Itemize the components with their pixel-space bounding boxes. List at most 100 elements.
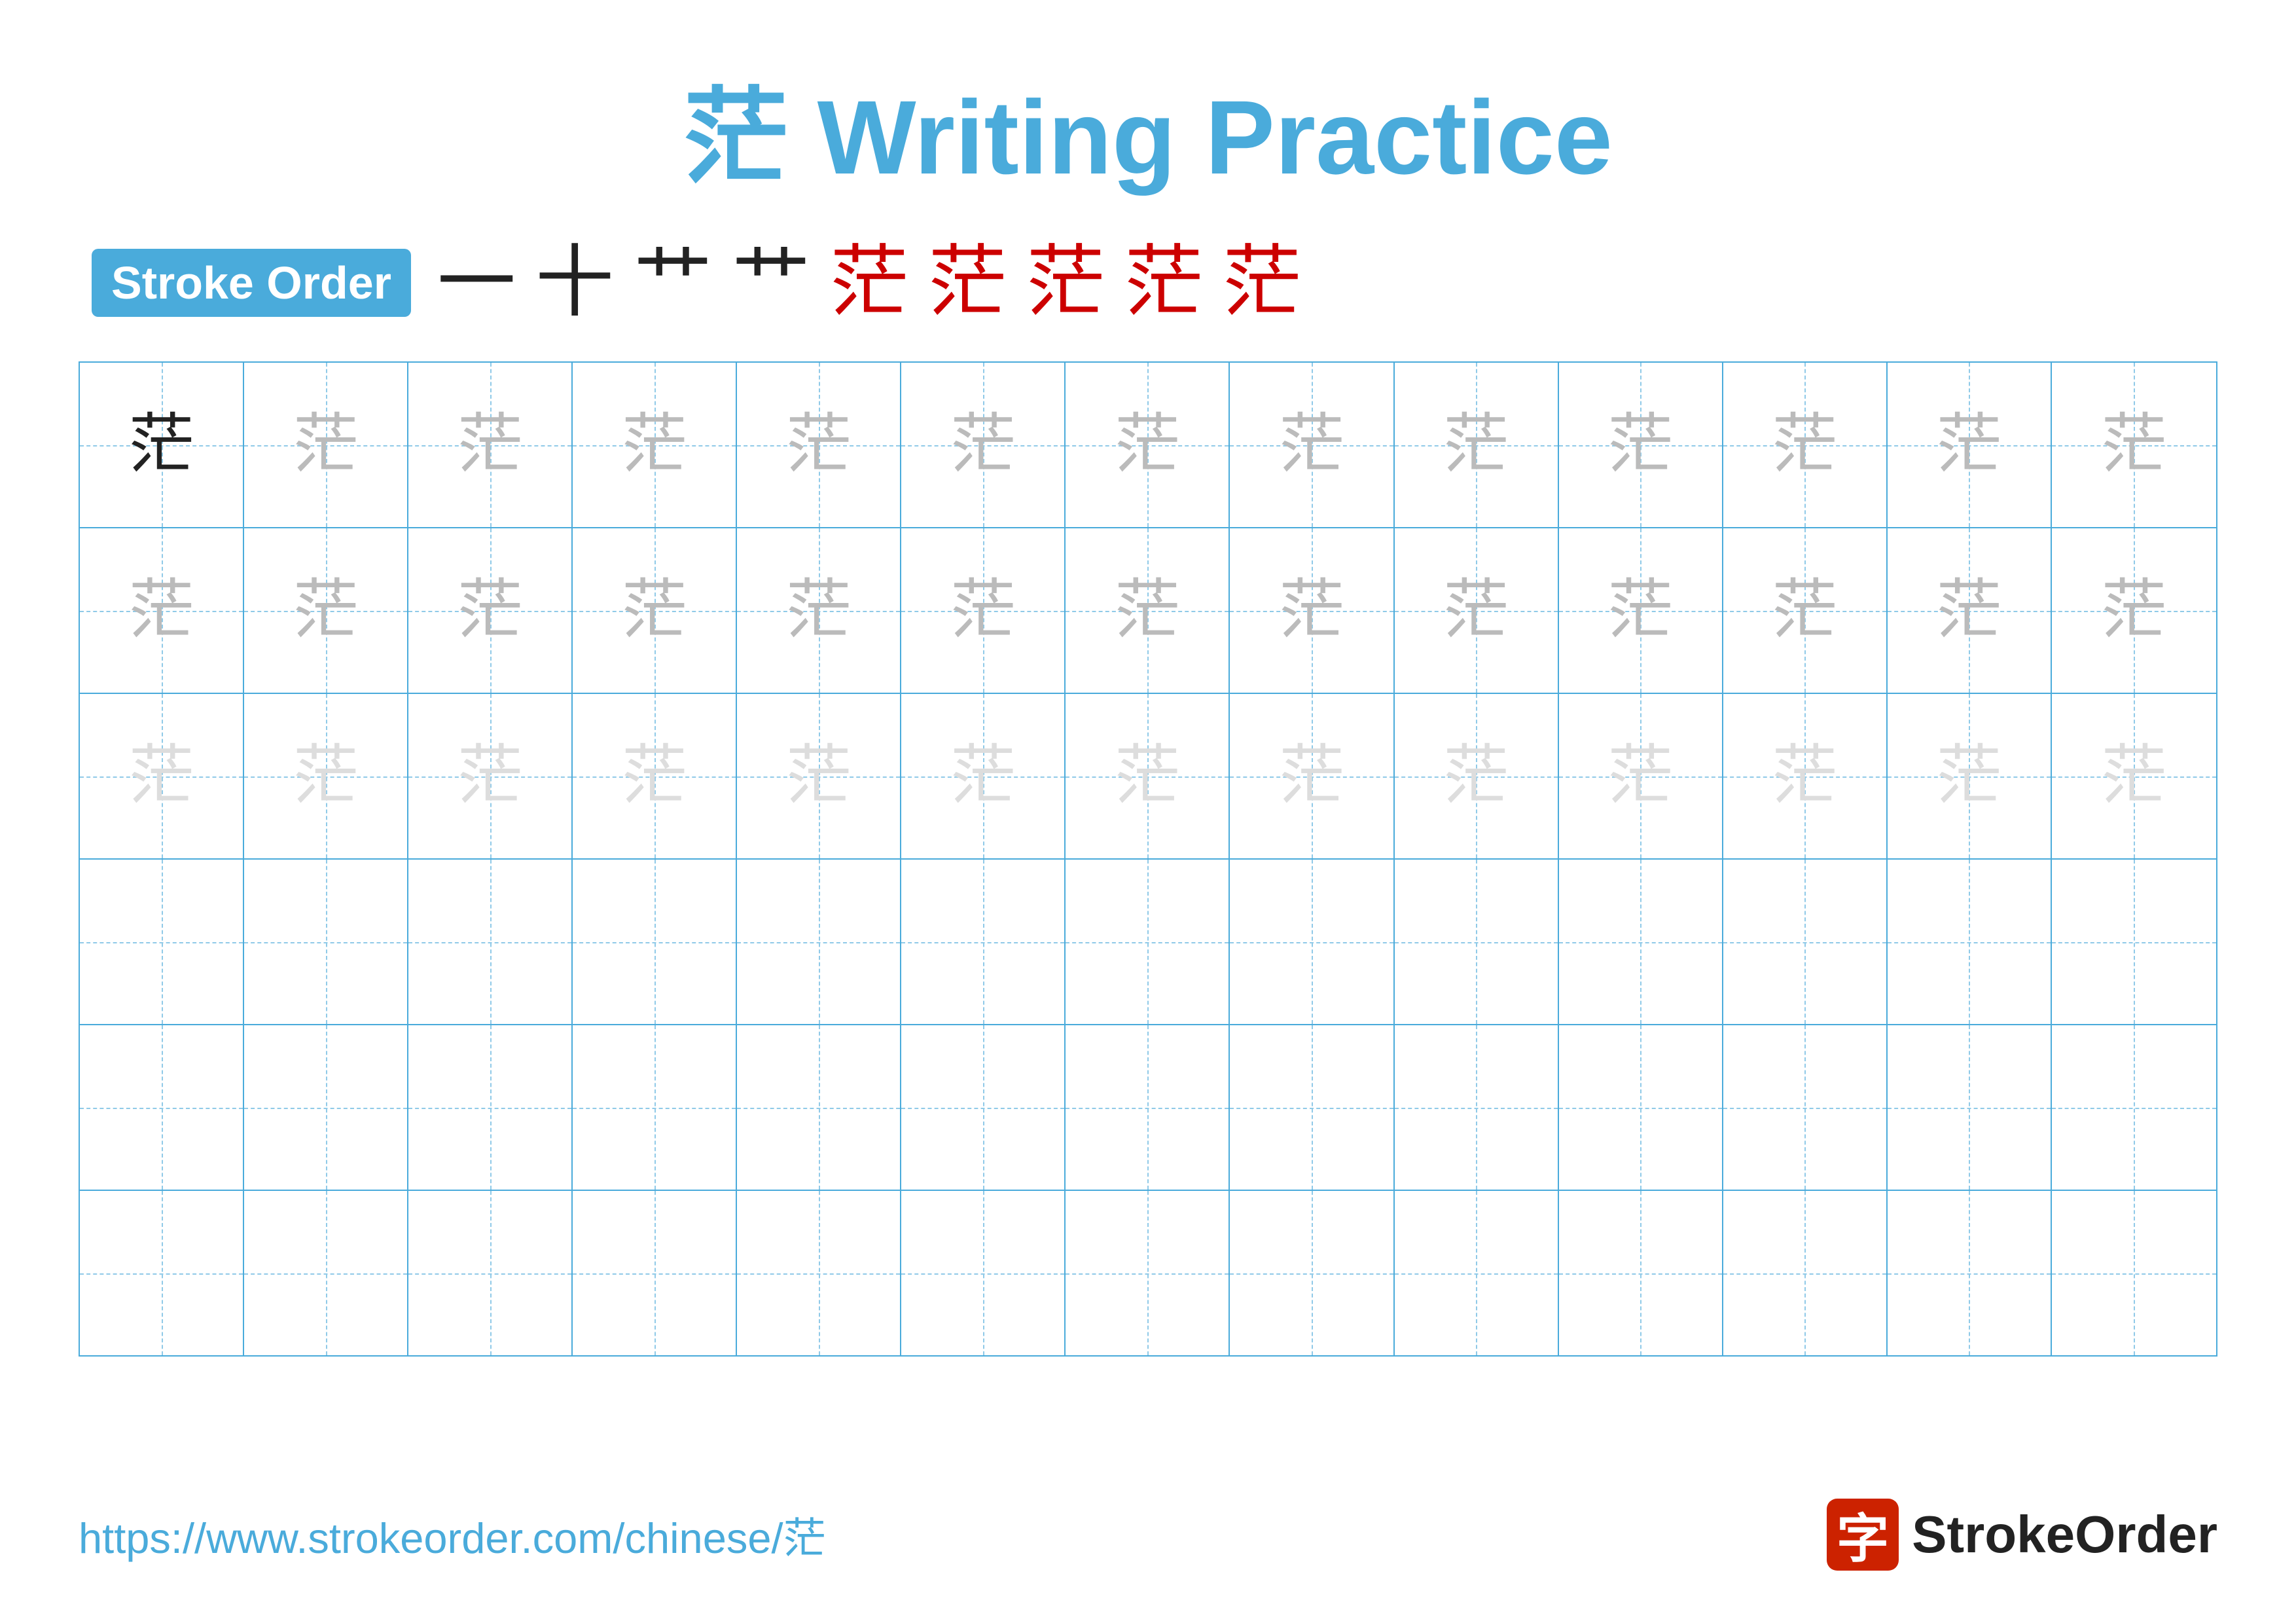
cell-2-2[interactable]: 茫 — [244, 528, 408, 693]
cell-2-10[interactable]: 茫 — [1559, 528, 1723, 693]
cell-1-3[interactable]: 茫 — [408, 363, 573, 527]
cell-1-8[interactable]: 茫 — [1230, 363, 1394, 527]
stroke-9: 茫 — [1223, 244, 1301, 322]
cell-5-1[interactable] — [80, 1025, 244, 1190]
cell-1-10[interactable]: 茫 — [1559, 363, 1723, 527]
cell-4-10[interactable] — [1559, 860, 1723, 1024]
char-display: 茫 — [1607, 412, 1673, 478]
char-display: 茫 — [622, 412, 687, 478]
stroke-1: 一 — [437, 244, 516, 322]
cell-2-8[interactable]: 茫 — [1230, 528, 1394, 693]
cell-3-10[interactable]: 茫 — [1559, 694, 1723, 858]
cell-1-4[interactable]: 茫 — [573, 363, 737, 527]
stroke-7: 茫 — [1026, 244, 1105, 322]
cell-6-10[interactable] — [1559, 1191, 1723, 1355]
cell-1-13[interactable]: 茫 — [2052, 363, 2216, 527]
cell-2-6[interactable]: 茫 — [901, 528, 1066, 693]
cell-3-5[interactable]: 茫 — [737, 694, 901, 858]
cell-3-2[interactable]: 茫 — [244, 694, 408, 858]
cell-5-6[interactable] — [901, 1025, 1066, 1190]
cell-2-11[interactable]: 茫 — [1723, 528, 1888, 693]
cell-6-12[interactable] — [1888, 1191, 2052, 1355]
cell-2-5[interactable]: 茫 — [737, 528, 901, 693]
cell-5-5[interactable] — [737, 1025, 901, 1190]
char-display: 茫 — [1607, 578, 1673, 644]
stroke-5: 茫 — [830, 244, 908, 322]
footer: https://www.strokeorder.com/chinese/茫 字 … — [79, 1499, 2217, 1571]
cell-3-9[interactable]: 茫 — [1395, 694, 1559, 858]
cell-4-5[interactable] — [737, 860, 901, 1024]
cell-4-1[interactable] — [80, 860, 244, 1024]
cell-6-6[interactable] — [901, 1191, 1066, 1355]
cell-2-1[interactable]: 茫 — [80, 528, 244, 693]
cell-5-2[interactable] — [244, 1025, 408, 1190]
cell-1-11[interactable]: 茫 — [1723, 363, 1888, 527]
cell-4-13[interactable] — [2052, 860, 2216, 1024]
cell-5-12[interactable] — [1888, 1025, 2052, 1190]
char-display: 茫 — [457, 412, 523, 478]
title-char: 茫 — [683, 79, 788, 196]
cell-2-3[interactable]: 茫 — [408, 528, 573, 693]
logo-char: 字 — [1837, 1497, 1889, 1573]
char-display: 茫 — [950, 578, 1016, 644]
char-display: 茫 — [1772, 744, 1837, 809]
cell-5-7[interactable] — [1066, 1025, 1230, 1190]
cell-6-9[interactable] — [1395, 1191, 1559, 1355]
cell-4-2[interactable] — [244, 860, 408, 1024]
cell-5-13[interactable] — [2052, 1025, 2216, 1190]
cell-1-5[interactable]: 茫 — [737, 363, 901, 527]
cell-6-3[interactable] — [408, 1191, 573, 1355]
cell-6-4[interactable] — [573, 1191, 737, 1355]
cell-6-5[interactable] — [737, 1191, 901, 1355]
logo-text: StrokeOrder — [1912, 1504, 2217, 1565]
char-display: 茫 — [1772, 578, 1837, 644]
cell-4-9[interactable] — [1395, 860, 1559, 1024]
cell-3-1[interactable]: 茫 — [80, 694, 244, 858]
cell-2-12[interactable]: 茫 — [1888, 528, 2052, 693]
char-display: 茫 — [1443, 412, 1509, 478]
cell-3-4[interactable]: 茫 — [573, 694, 737, 858]
cell-1-1[interactable]: 茫 — [80, 363, 244, 527]
cell-4-3[interactable] — [408, 860, 573, 1024]
cell-6-11[interactable] — [1723, 1191, 1888, 1355]
cell-5-4[interactable] — [573, 1025, 737, 1190]
cell-5-3[interactable] — [408, 1025, 573, 1190]
cell-4-11[interactable] — [1723, 860, 1888, 1024]
grid-row-2: 茫 茫 茫 茫 茫 茫 茫 茫 茫 — [80, 528, 2216, 694]
cell-4-12[interactable] — [1888, 860, 2052, 1024]
cell-5-9[interactable] — [1395, 1025, 1559, 1190]
cell-5-11[interactable] — [1723, 1025, 1888, 1190]
cell-3-8[interactable]: 茫 — [1230, 694, 1394, 858]
cell-1-9[interactable]: 茫 — [1395, 363, 1559, 527]
cell-6-2[interactable] — [244, 1191, 408, 1355]
cell-3-13[interactable]: 茫 — [2052, 694, 2216, 858]
cell-3-12[interactable]: 茫 — [1888, 694, 2052, 858]
cell-6-1[interactable] — [80, 1191, 244, 1355]
cell-5-10[interactable] — [1559, 1025, 1723, 1190]
cell-4-8[interactable] — [1230, 860, 1394, 1024]
char-display: 茫 — [1607, 744, 1673, 809]
cell-1-7[interactable]: 茫 — [1066, 363, 1230, 527]
cell-4-7[interactable] — [1066, 860, 1230, 1024]
cell-1-6[interactable]: 茫 — [901, 363, 1066, 527]
cell-3-6[interactable]: 茫 — [901, 694, 1066, 858]
cell-1-12[interactable]: 茫 — [1888, 363, 2052, 527]
footer-url: https://www.strokeorder.com/chinese/茫 — [79, 1504, 826, 1565]
cell-4-4[interactable] — [573, 860, 737, 1024]
cell-2-4[interactable]: 茫 — [573, 528, 737, 693]
cell-6-7[interactable] — [1066, 1191, 1230, 1355]
stroke-4: 艹 — [732, 244, 810, 322]
cell-2-13[interactable]: 茫 — [2052, 528, 2216, 693]
cell-3-3[interactable]: 茫 — [408, 694, 573, 858]
cell-6-13[interactable] — [2052, 1191, 2216, 1355]
cell-4-6[interactable] — [901, 860, 1066, 1024]
cell-2-7[interactable]: 茫 — [1066, 528, 1230, 693]
cell-1-2[interactable]: 茫 — [244, 363, 408, 527]
cell-3-11[interactable]: 茫 — [1723, 694, 1888, 858]
practice-grid: 茫 茫 茫 茫 茫 茫 茫 茫 茫 — [79, 361, 2217, 1357]
cell-3-7[interactable]: 茫 — [1066, 694, 1230, 858]
char-display: 茫 — [622, 744, 687, 809]
cell-2-9[interactable]: 茫 — [1395, 528, 1559, 693]
cell-5-8[interactable] — [1230, 1025, 1394, 1190]
cell-6-8[interactable] — [1230, 1191, 1394, 1355]
